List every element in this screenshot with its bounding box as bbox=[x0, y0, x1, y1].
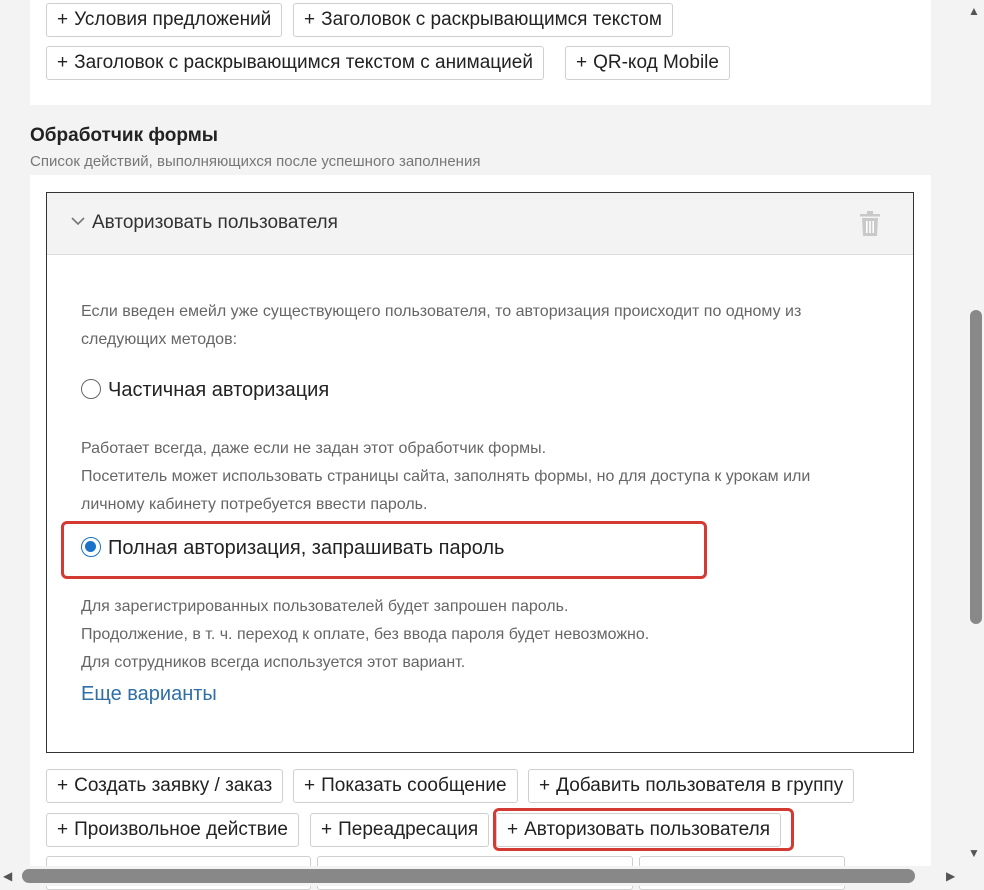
authorize-button-highlight bbox=[493, 808, 794, 851]
create-order-button[interactable]: + Создать заявку / заказ bbox=[46, 769, 284, 803]
scroll-left-arrow-icon[interactable]: ◀ bbox=[3, 869, 12, 883]
scroll-down-arrow-icon[interactable]: ▼ bbox=[968, 846, 980, 860]
add-offer-terms-button[interactable]: + Условия предложений bbox=[46, 3, 283, 37]
chevron-down-icon[interactable] bbox=[71, 213, 85, 229]
selected-option-highlight bbox=[61, 521, 707, 579]
full-auth-desc-3: Для сотрудников всегда используется этот… bbox=[81, 654, 466, 671]
partial-auth-desc-2: Посетитель может использовать страницы с… bbox=[81, 468, 811, 485]
card-header[interactable]: Авторизовать пользователя bbox=[47, 193, 913, 255]
scroll-up-arrow-icon[interactable]: ▲ bbox=[968, 4, 980, 18]
full-auth-desc-1: Для зарегистрированных пользователей буд… bbox=[81, 598, 569, 615]
card-title: Авторизовать пользователя bbox=[92, 212, 338, 233]
partial-auth-radio[interactable] bbox=[81, 379, 101, 399]
custom-action-button[interactable]: + Произвольное действие bbox=[46, 813, 299, 847]
form-handler-title: Обработчик формы bbox=[30, 125, 218, 146]
full-auth-desc-2: Продолжение, в т. ч. переход к оплате, б… bbox=[81, 626, 650, 643]
add-user-to-group-button[interactable]: + Добавить пользователя в группу bbox=[528, 769, 855, 803]
add-expandable-heading-button[interactable]: + Заголовок с раскрывающимся текстом bbox=[293, 3, 673, 37]
more-options-link[interactable]: Еще варианты bbox=[81, 683, 217, 706]
form-handler-subtitle: Список действий, выполняющихся после усп… bbox=[30, 153, 481, 170]
add-qr-code-button[interactable]: + QR-код Mobile bbox=[565, 46, 730, 80]
vertical-scroll-thumb[interactable] bbox=[970, 310, 982, 624]
intro-line-2: следующих методов: bbox=[81, 331, 238, 348]
trash-icon[interactable] bbox=[859, 211, 881, 242]
partial-auth-desc-3: личному кабинету потребуется ввести паро… bbox=[81, 496, 428, 513]
partial-auth-desc-1: Работает всегда, даже если не задан этот… bbox=[81, 440, 547, 457]
scroll-right-arrow-icon[interactable]: ▶ bbox=[946, 869, 955, 883]
add-expandable-heading-animated-button[interactable]: + Заголовок с раскрывающимся текстом с ан… bbox=[46, 46, 544, 80]
redirect-button[interactable]: + Переадресация bbox=[310, 813, 490, 847]
authorize-user-card: Авторизовать пользователя Если введен ем… bbox=[46, 192, 914, 753]
intro-line-1: Если введен емейл уже существующего поль… bbox=[81, 303, 802, 320]
show-message-button[interactable]: + Показать сообщение bbox=[293, 769, 518, 803]
partial-auth-label[interactable]: Частичная авторизация bbox=[108, 376, 329, 404]
horizontal-scroll-thumb[interactable] bbox=[22, 869, 915, 883]
